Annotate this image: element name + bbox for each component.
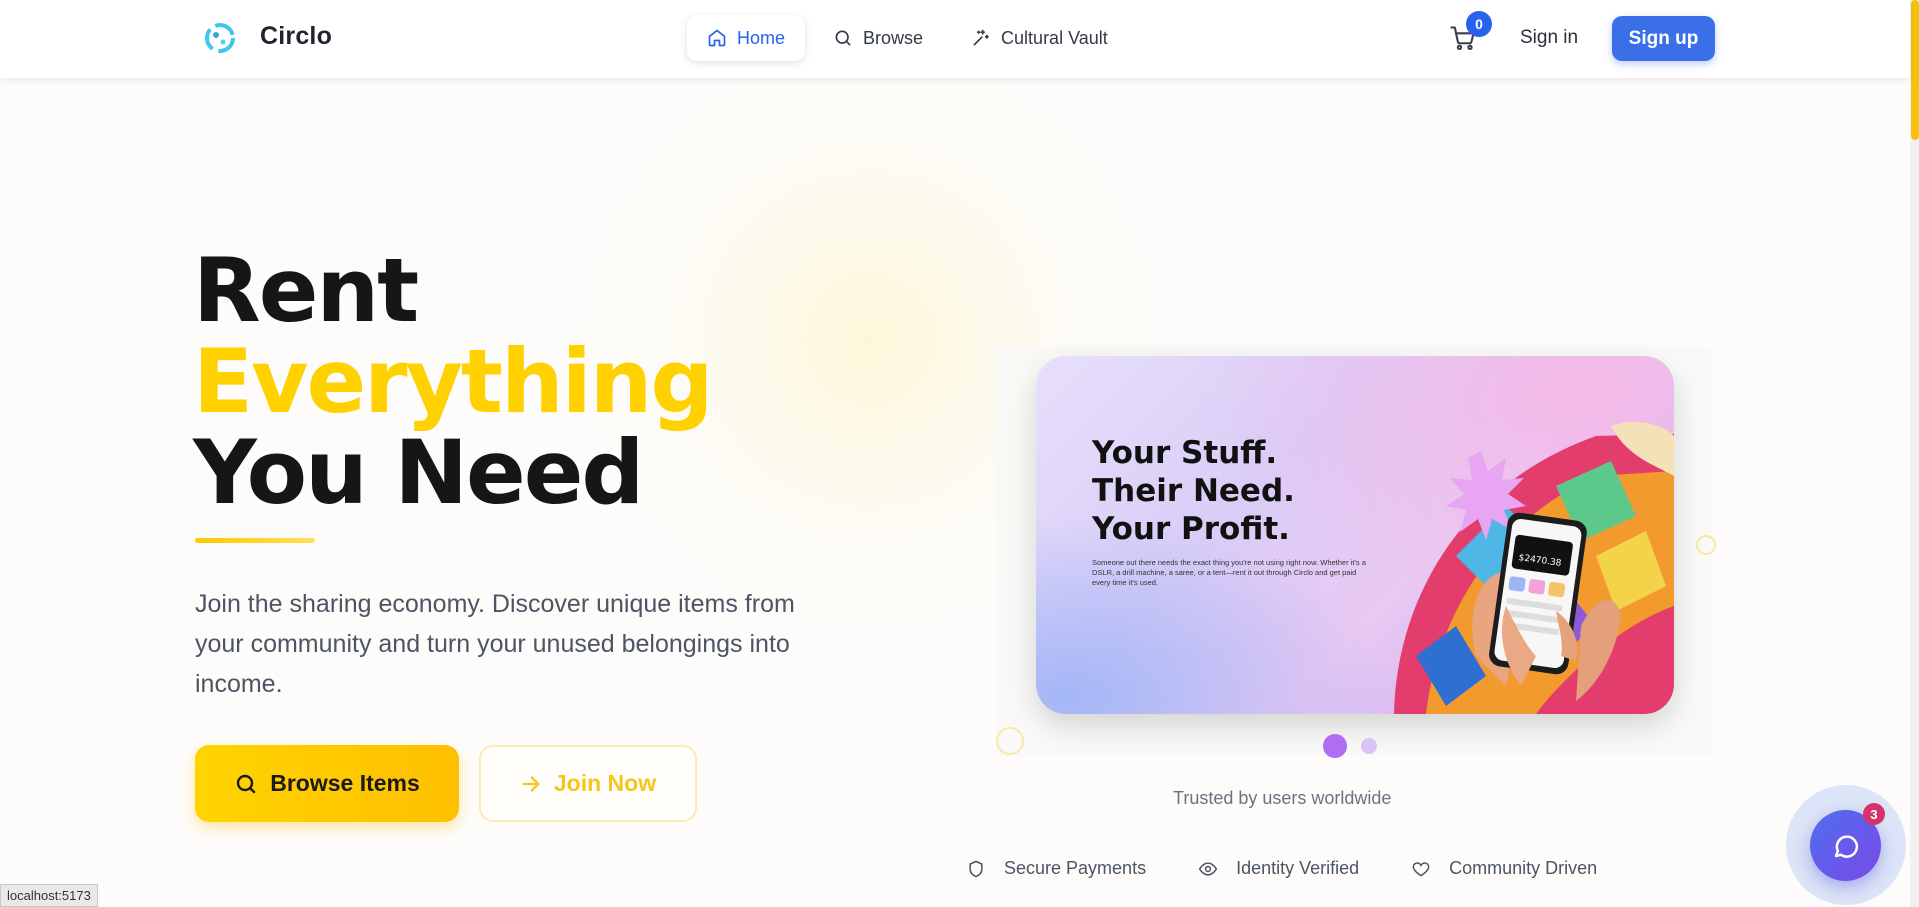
heart-icon (1412, 861, 1430, 876)
cart-count-badge: 0 (1466, 11, 1492, 37)
shield-icon (969, 860, 983, 877)
join-now-label: Join Now (553, 770, 657, 796)
carousel-dots (1323, 734, 1377, 758)
trust-label: Identity Verified (1236, 858, 1360, 878)
banner-body: Someone out there needs the exact thing … (1092, 558, 1366, 587)
nav-cultural-vault-label: Cultural Vault (1001, 27, 1108, 48)
nav-home[interactable]: Home (687, 15, 806, 61)
brand-name[interactable]: Circlo (260, 22, 332, 51)
trust-item-secure-payments: Secure Payments (966, 858, 1146, 879)
chat-unread-badge: 3 (1863, 803, 1885, 825)
hero-title-line1: Rent (193, 239, 419, 342)
trust-item-community-driven: Community Driven (1411, 858, 1597, 879)
nav-home-label: Home (737, 27, 786, 48)
arrow-right-icon (522, 775, 540, 792)
trusted-heading: Trusted by users worldwide (1173, 788, 1392, 808)
search-icon (835, 30, 851, 46)
status-bar-url: localhost:5173 (0, 884, 98, 907)
trust-item-identity-verified: Identity Verified (1198, 858, 1359, 879)
browse-items-label: Browse Items (270, 770, 420, 796)
nav-browse-label: Browse (863, 27, 924, 48)
carousel-dot-2[interactable] (1361, 738, 1377, 754)
carousel-dot-1[interactable] (1323, 734, 1347, 758)
nav-cultural-vault[interactable]: Cultural Vault (951, 15, 1128, 61)
hero-title-line3: You Need (193, 421, 644, 524)
eye-icon (1198, 861, 1218, 876)
decorative-ring (1696, 535, 1716, 555)
banner-headline-3: Your Profit. (1092, 511, 1290, 547)
top-navbar: Circlo Home Browse Cultural Vault 0 Sign… (0, 0, 1910, 78)
decorative-ring (996, 727, 1024, 755)
hero-title-line2: Everything (193, 330, 713, 433)
sign-up-button[interactable]: Sign up (1612, 16, 1715, 61)
circlo-logo-icon[interactable] (204, 22, 236, 54)
sparkles-icon (973, 29, 989, 46)
trust-label: Secure Payments (1004, 858, 1147, 878)
nav-browse[interactable]: Browse (813, 15, 943, 61)
hero-title: Rent Everything You Need (193, 239, 713, 524)
sign-in-link[interactable]: Sign in (1520, 27, 1578, 49)
banner-headline-2: Their Need. (1092, 473, 1295, 509)
browse-items-button[interactable]: Browse Items (195, 745, 459, 822)
promo-banner-slide[interactable]: $2470.38 Your Stuff. Their Need. Your Pr… (1036, 356, 1674, 714)
title-underline-accent (195, 538, 315, 543)
search-icon (237, 774, 256, 793)
hero-subtitle: Join the sharing economy. Discover uniqu… (195, 590, 795, 698)
banner-headline-1: Your Stuff. (1092, 435, 1278, 471)
home-icon (708, 29, 726, 47)
banner-headline: Your Stuff. Their Need. Your Profit. (1092, 434, 1295, 548)
trust-badges: Secure Payments Identity Verified Commun… (966, 858, 1597, 879)
main-nav: Home Browse Cultural Vault (687, 15, 1128, 61)
trust-label: Community Driven (1449, 858, 1598, 878)
join-now-button[interactable]: Join Now (479, 745, 697, 822)
chat-bubble-icon (1834, 834, 1858, 858)
scrollbar-thumb[interactable] (1911, 0, 1919, 140)
